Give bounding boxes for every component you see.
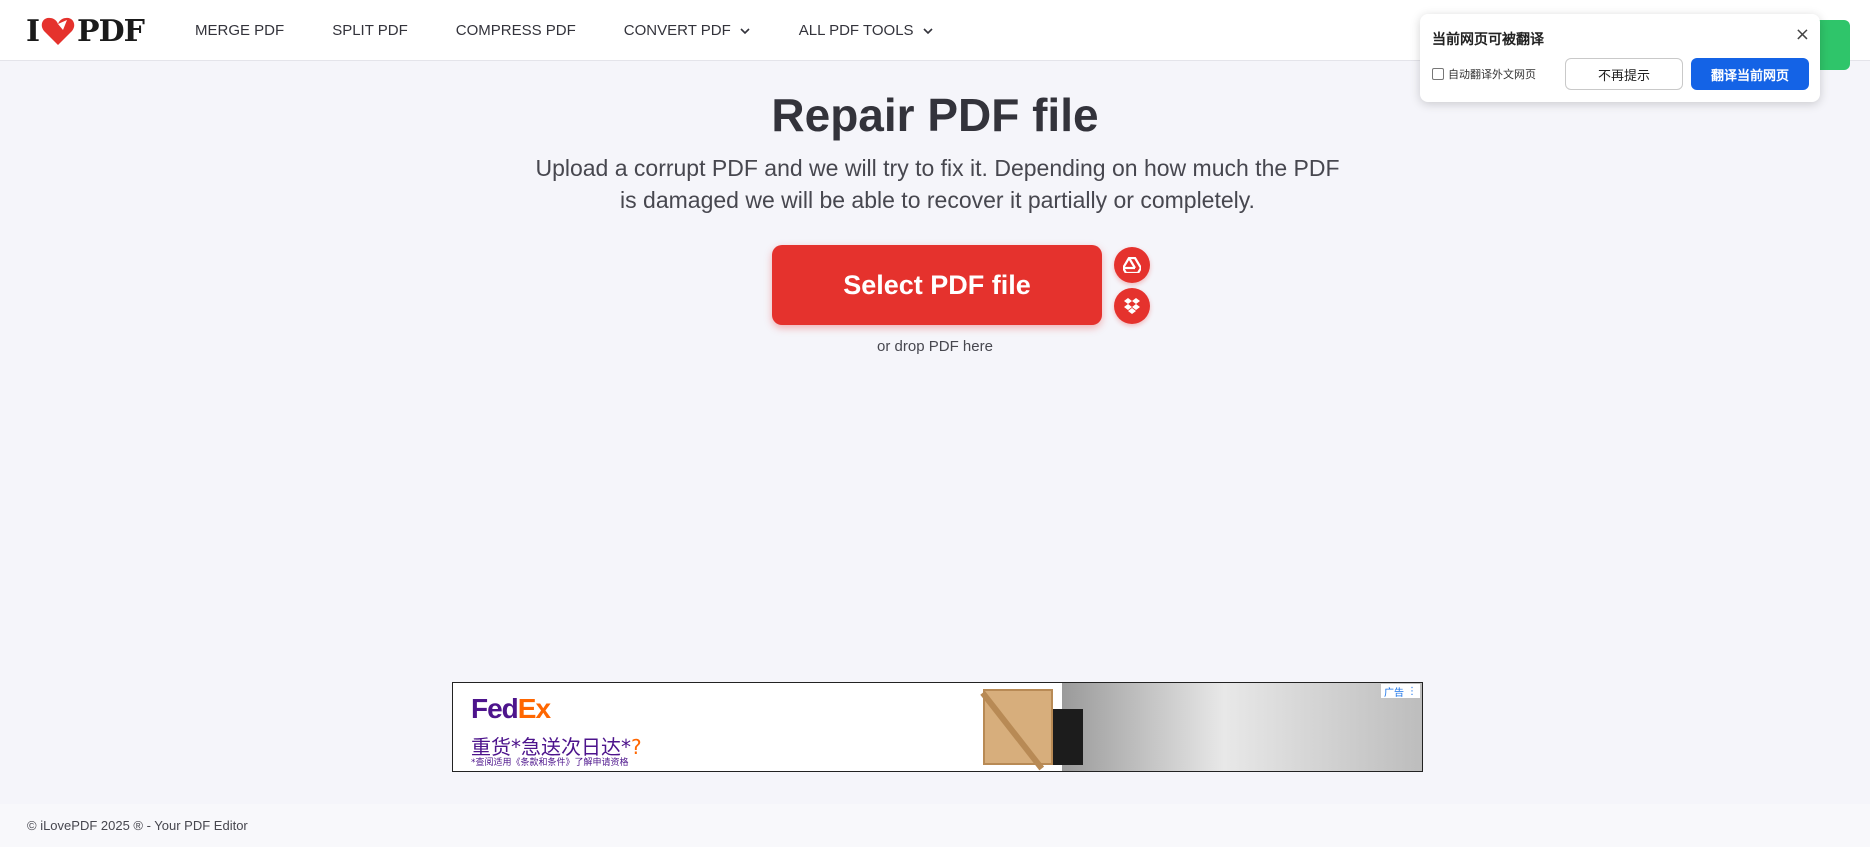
nav-split-pdf[interactable]: SPLIT PDF [332, 22, 408, 39]
translate-page-button[interactable]: 翻译当前网页 [1691, 58, 1809, 90]
fedex-logo: FedEx [471, 693, 551, 724]
more-options-icon: ⋮ [1407, 685, 1417, 697]
nav-convert-pdf[interactable]: CONVERT PDF [624, 22, 751, 39]
footer: © iLovePDF 2025 ® - Your PDF Editor [0, 804, 1870, 847]
google-drive-button[interactable] [1114, 247, 1150, 283]
ilovepdf-logo[interactable]: I PDF [26, 13, 145, 49]
page-subtitle: Upload a corrupt PDF and we will try to … [535, 155, 1340, 213]
auto-translate-checkbox[interactable]: 自动翻译外文网页 [1432, 66, 1536, 82]
main-nav: MERGE PDF SPLIT PDF COMPRESS PDF CONVERT… [195, 0, 982, 61]
page-title: Repair PDF file [771, 89, 1099, 141]
heart-icon [41, 17, 75, 45]
dropbox-button[interactable] [1114, 288, 1150, 324]
chevron-down-icon [740, 27, 750, 34]
nav-merge-pdf[interactable]: MERGE PDF [195, 22, 284, 39]
dropbox-icon [1124, 298, 1140, 314]
nav-all-pdf-tools[interactable]: ALL PDF TOOLS [799, 22, 934, 39]
auto-translate-label: 自动翻译外文网页 [1448, 68, 1536, 81]
advertisement-banner[interactable]: FedEx 重货*急送次日达*? *查阅适用《条款和条件》了解申请资格 广告 ⋮ [452, 682, 1423, 772]
google-drive-icon [1123, 257, 1141, 273]
checkbox-box[interactable] [1432, 68, 1444, 80]
ad-footnote: *查阅适用《条款和条件》了解申请资格 [471, 758, 629, 768]
ad-choices-badge[interactable]: 广告 ⋮ [1381, 684, 1420, 699]
chevron-down-icon [922, 27, 933, 34]
dont-remind-button[interactable]: 不再提示 [1565, 58, 1683, 90]
logo-i: I [26, 13, 40, 49]
wooden-crate-image [983, 689, 1053, 765]
logo-pdf: PDF [77, 13, 145, 49]
close-icon[interactable]: × [1795, 24, 1810, 45]
select-pdf-button[interactable]: Select PDF file [772, 245, 1102, 325]
nav-compress-pdf[interactable]: COMPRESS PDF [456, 22, 576, 39]
footer-copyright: © iLovePDF 2025 ® - Your PDF Editor [27, 818, 248, 833]
drop-hint: or drop PDF here [877, 338, 993, 355]
ad-background [1062, 683, 1422, 771]
translate-popup-title: 当前网页可被翻译 [1432, 32, 1544, 48]
piano-image [1053, 709, 1083, 765]
